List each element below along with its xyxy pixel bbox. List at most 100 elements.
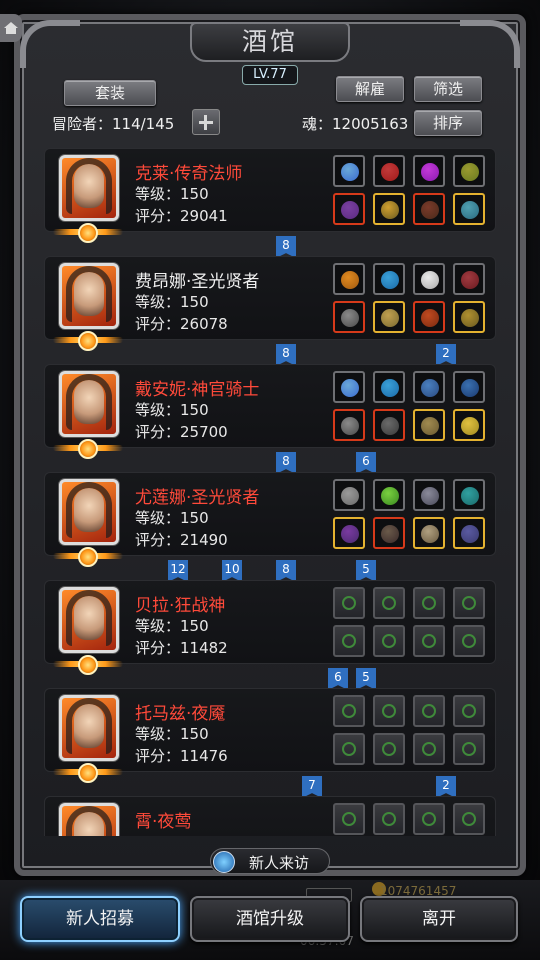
empty-slot-icon bbox=[462, 742, 476, 756]
empty-slot[interactable] bbox=[333, 695, 365, 727]
equipment-slot[interactable] bbox=[413, 193, 445, 225]
empty-slot[interactable] bbox=[453, 695, 485, 727]
rank-emblem-icon bbox=[78, 547, 98, 567]
equipment-slot[interactable] bbox=[333, 301, 365, 333]
hero-name: 霄·夜莺 bbox=[135, 812, 192, 832]
empty-slot[interactable] bbox=[373, 803, 405, 835]
equipment-slot[interactable] bbox=[453, 193, 485, 225]
hero-name: 戴安妮·神官骑士 bbox=[135, 380, 260, 400]
equipment-slot[interactable] bbox=[373, 263, 405, 295]
equipment-slot[interactable] bbox=[413, 409, 445, 441]
equipment-slot[interactable] bbox=[453, 263, 485, 295]
hero-list[interactable]: 克莱·传奇法师 等级：150 评分：29041 8 费昂娜·圣光贤者 等级：150 评分：2… bbox=[28, 140, 514, 836]
equipment-slot[interactable] bbox=[373, 517, 405, 549]
empty-slot[interactable] bbox=[333, 733, 365, 765]
hero-card[interactable]: 霄·夜莺 bbox=[44, 796, 496, 836]
hero-hood bbox=[66, 158, 112, 214]
empty-slot[interactable] bbox=[413, 733, 445, 765]
leave-button[interactable]: 离开 bbox=[360, 896, 518, 942]
empty-slot[interactable] bbox=[453, 625, 485, 657]
empty-slot[interactable] bbox=[373, 587, 405, 619]
upgrade-tavern-button[interactable]: 酒馆升级 bbox=[190, 896, 350, 942]
filter-button[interactable]: 筛选 bbox=[414, 76, 482, 102]
empty-slot-icon bbox=[382, 742, 396, 756]
equipment-slot[interactable] bbox=[333, 193, 365, 225]
empty-slot[interactable] bbox=[453, 733, 485, 765]
equipment-slot[interactable] bbox=[413, 301, 445, 333]
hero-score: 评分：11476 bbox=[135, 747, 228, 765]
equipment-slot[interactable] bbox=[373, 155, 405, 187]
equipment-slot[interactable] bbox=[333, 155, 365, 187]
equipment-slot[interactable] bbox=[413, 517, 445, 549]
hero-card[interactable]: 托马兹·夜魇 等级：150 评分：11476 bbox=[44, 688, 496, 783]
empty-slot-icon bbox=[382, 812, 396, 826]
hero-level: 等级：150 bbox=[135, 617, 209, 635]
hero-portrait[interactable] bbox=[59, 155, 119, 221]
equipment-slot[interactable] bbox=[413, 479, 445, 511]
hero-portrait[interactable] bbox=[59, 587, 119, 653]
empty-slot[interactable] bbox=[413, 587, 445, 619]
new-visitor-bar[interactable]: 新人来访 bbox=[210, 848, 330, 874]
equipment-slot[interactable] bbox=[333, 409, 365, 441]
equipment-slot[interactable] bbox=[373, 301, 405, 333]
equipment-slot[interactable] bbox=[453, 409, 485, 441]
hero-portrait[interactable] bbox=[59, 479, 119, 545]
empty-slot-icon bbox=[462, 704, 476, 718]
equipment-slot[interactable] bbox=[373, 479, 405, 511]
equipment-slot[interactable] bbox=[373, 371, 405, 403]
link-tag: 12 bbox=[168, 560, 188, 582]
equipment-icon bbox=[461, 525, 479, 543]
empty-slot[interactable] bbox=[453, 587, 485, 619]
equipment-slot[interactable] bbox=[453, 517, 485, 549]
equipment-slot[interactable] bbox=[333, 479, 365, 511]
link-tag: 2 bbox=[436, 776, 456, 798]
equipment-slot[interactable] bbox=[333, 263, 365, 295]
equipment-slot[interactable] bbox=[373, 409, 405, 441]
empty-slot[interactable] bbox=[453, 803, 485, 835]
add-capacity-button[interactable] bbox=[192, 109, 220, 135]
empty-slot[interactable] bbox=[373, 733, 405, 765]
hero-card[interactable]: 戴安妮·神官骑士 等级：150 评分：25700 bbox=[44, 364, 496, 459]
equipment-slot[interactable] bbox=[413, 371, 445, 403]
hero-portrait[interactable] bbox=[59, 263, 119, 329]
empty-slot[interactable] bbox=[333, 587, 365, 619]
link-tag: 5 bbox=[356, 668, 376, 690]
home-icon[interactable] bbox=[0, 14, 22, 42]
hero-card[interactable]: 贝拉·狂战神 等级：150 评分：11482 bbox=[44, 580, 496, 675]
empty-slot[interactable] bbox=[373, 695, 405, 727]
empty-slot[interactable] bbox=[413, 625, 445, 657]
frame-ornament-left bbox=[20, 20, 80, 68]
hero-portrait[interactable] bbox=[59, 695, 119, 761]
equipment-icon bbox=[421, 163, 439, 181]
equipment-slot[interactable] bbox=[453, 479, 485, 511]
equipment-slot[interactable] bbox=[413, 155, 445, 187]
equipment-slot[interactable] bbox=[333, 371, 365, 403]
equipment-slot[interactable] bbox=[373, 193, 405, 225]
equipment-slot[interactable] bbox=[333, 517, 365, 549]
hero-hood bbox=[66, 806, 112, 836]
equipment-icon bbox=[461, 417, 479, 435]
empty-slot[interactable] bbox=[413, 803, 445, 835]
hero-portrait[interactable] bbox=[59, 803, 119, 836]
equipment-icon bbox=[341, 271, 359, 289]
hero-portrait[interactable] bbox=[59, 371, 119, 437]
equipment-slot[interactable] bbox=[453, 371, 485, 403]
hero-card[interactable]: 费昂娜·圣光贤者 等级：150 评分：26078 bbox=[44, 256, 496, 351]
empty-slot[interactable] bbox=[413, 695, 445, 727]
hero-hood bbox=[66, 698, 112, 754]
equipment-slot[interactable] bbox=[413, 263, 445, 295]
hero-card[interactable]: 尤莲娜·圣光贤者 等级：150 评分：21490 bbox=[44, 472, 496, 567]
empty-slot[interactable] bbox=[373, 625, 405, 657]
empty-slot[interactable] bbox=[333, 803, 365, 835]
recruit-button[interactable]: 新人招募 bbox=[20, 896, 180, 942]
equipment-slot[interactable] bbox=[453, 301, 485, 333]
outfit-button[interactable]: 套装 bbox=[64, 80, 156, 106]
empty-slot[interactable] bbox=[333, 625, 365, 657]
link-tag: 8 bbox=[276, 452, 296, 474]
sort-button[interactable]: 排序 bbox=[414, 110, 482, 136]
empty-slot-icon bbox=[382, 634, 396, 648]
equipment-icon bbox=[421, 417, 439, 435]
equipment-slot[interactable] bbox=[453, 155, 485, 187]
dismiss-button[interactable]: 解雇 bbox=[336, 76, 404, 102]
hero-card[interactable]: 克莱·传奇法师 等级：150 评分：29041 bbox=[44, 148, 496, 243]
